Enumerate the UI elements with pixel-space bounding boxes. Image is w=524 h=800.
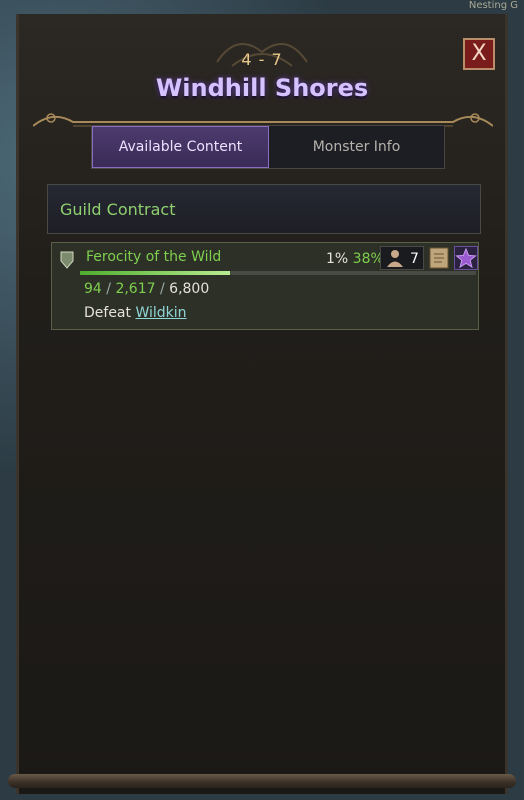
contract-task: Defeat Wildkin — [84, 305, 187, 321]
person-icon — [387, 250, 403, 267]
section-title: Guild Contract — [60, 199, 176, 219]
count-separator-1: / — [106, 281, 111, 297]
contract-card[interactable]: Ferocity of the Wild 1% 38% 7 94 / 2,617… — [51, 242, 479, 330]
tab-available-content[interactable]: Available Content — [92, 126, 269, 168]
contract-percent-current: 1% — [326, 251, 349, 267]
bottom-scroll-roll — [8, 774, 516, 788]
quest-scroll-icon[interactable] — [428, 246, 450, 270]
close-button[interactable]: X — [463, 38, 495, 70]
count-separator-2: / — [160, 281, 165, 297]
count-mid: 2,617 — [115, 281, 156, 297]
panel-header: 4 - 7 Windhill Shores X — [19, 14, 505, 127]
star-icon[interactable] — [454, 246, 478, 270]
task-prefix: Defeat — [84, 305, 132, 321]
task-target-link[interactable]: Wildkin — [135, 305, 186, 321]
shield-icon — [60, 251, 74, 269]
map-location-label: Nesting G — [468, 0, 518, 11]
guild-contract-section-header[interactable]: Guild Contract — [47, 184, 481, 234]
contract-name: Ferocity of the Wild — [86, 249, 222, 265]
zone-level-range: 4 - 7 — [241, 50, 283, 69]
contract-counts: 94 / 2,617 / 6,800 — [84, 281, 209, 297]
contract-progress-fill — [80, 271, 231, 275]
contract-progress-bar — [80, 271, 476, 275]
count-total: 6,800 — [169, 281, 210, 297]
tab-monster-info[interactable]: Monster Info — [269, 126, 444, 168]
content-tabs: Available Content Monster Info — [91, 125, 445, 169]
contract-percentages: 1% 38% — [326, 251, 384, 267]
zone-name-title: Windhill Shores — [155, 74, 369, 102]
party-count: 7 — [410, 251, 419, 267]
count-current: 94 — [84, 281, 102, 297]
zone-info-panel: 4 - 7 Windhill Shores X Available Conten… — [16, 14, 508, 794]
